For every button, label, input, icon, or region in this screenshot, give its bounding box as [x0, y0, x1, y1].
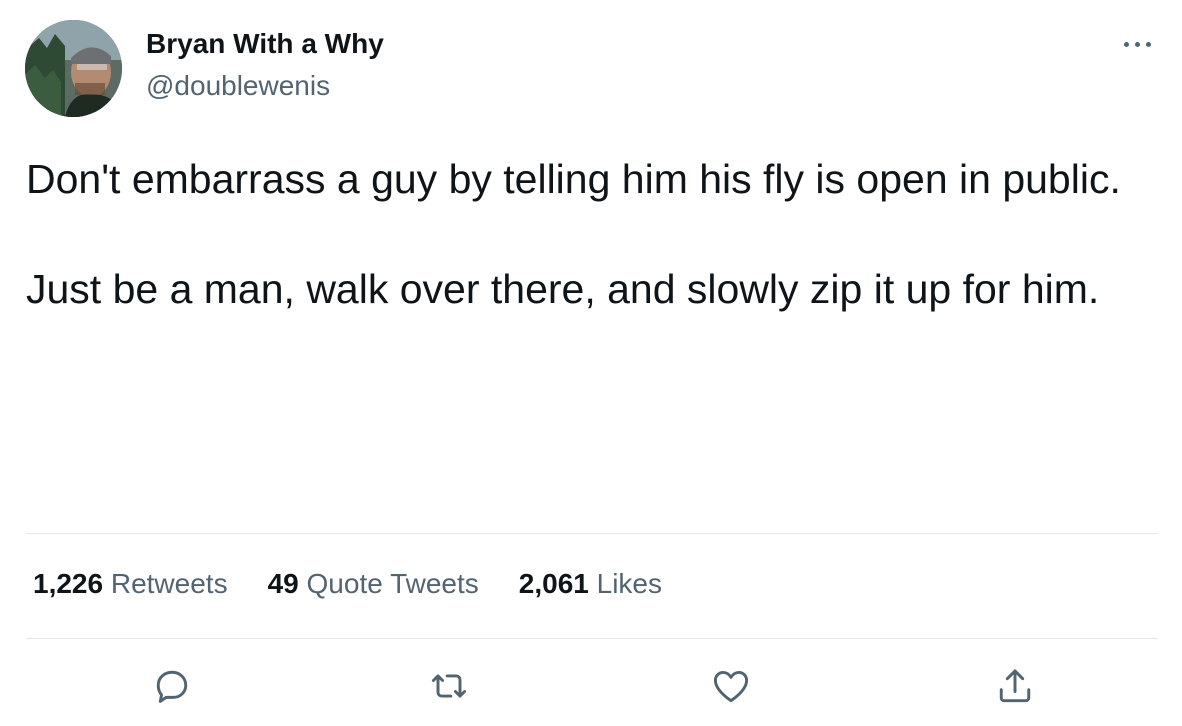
retweet-icon	[431, 674, 467, 698]
more-icon-dot	[1135, 42, 1140, 47]
more-icon	[1124, 42, 1129, 47]
tweet-text: Don't embarrass a guy by telling him his…	[26, 152, 1126, 372]
retweet-button[interactable]	[427, 664, 471, 708]
quote-tweets-label: Quote Tweets	[306, 568, 479, 599]
retweets-stat[interactable]: 1,226 Retweets	[33, 568, 228, 600]
quote-tweets-count: 49	[267, 568, 299, 599]
likes-count: 2,061	[518, 568, 589, 599]
avatar[interactable]	[25, 20, 122, 117]
quote-tweets-stat[interactable]: 49 Quote Tweets	[268, 568, 479, 600]
more-icon-dot	[1146, 42, 1151, 47]
divider	[26, 533, 1158, 534]
tweet-paragraph: Just be a man, walk over there, and slow…	[26, 266, 1100, 312]
avatar-image	[25, 20, 122, 117]
likes-label: Likes	[596, 568, 663, 599]
retweets-label: Retweets	[110, 568, 228, 599]
tweet-paragraph: Don't embarrass a guy by telling him his…	[26, 156, 1121, 202]
retweets-count: 1,226	[33, 568, 104, 599]
author-display-name[interactable]: Bryan With a Why	[146, 28, 384, 60]
reply-icon	[156, 670, 188, 703]
likes-stat[interactable]: 2,061 Likes	[519, 568, 662, 600]
more-options-button[interactable]	[1116, 28, 1160, 60]
reply-button[interactable]	[150, 664, 194, 708]
share-button[interactable]	[993, 664, 1037, 708]
tweet-card: Bryan With a Why @doublewenis Don't emba…	[0, 0, 1182, 726]
author-handle[interactable]: @doublewenis	[146, 70, 330, 102]
like-button[interactable]	[709, 664, 753, 708]
divider	[26, 638, 1158, 639]
heart-icon	[713, 670, 749, 703]
engagement-stats: 1,226 Retweets 49 Quote Tweets 2,061 Lik…	[33, 568, 662, 600]
share-icon	[999, 669, 1031, 703]
